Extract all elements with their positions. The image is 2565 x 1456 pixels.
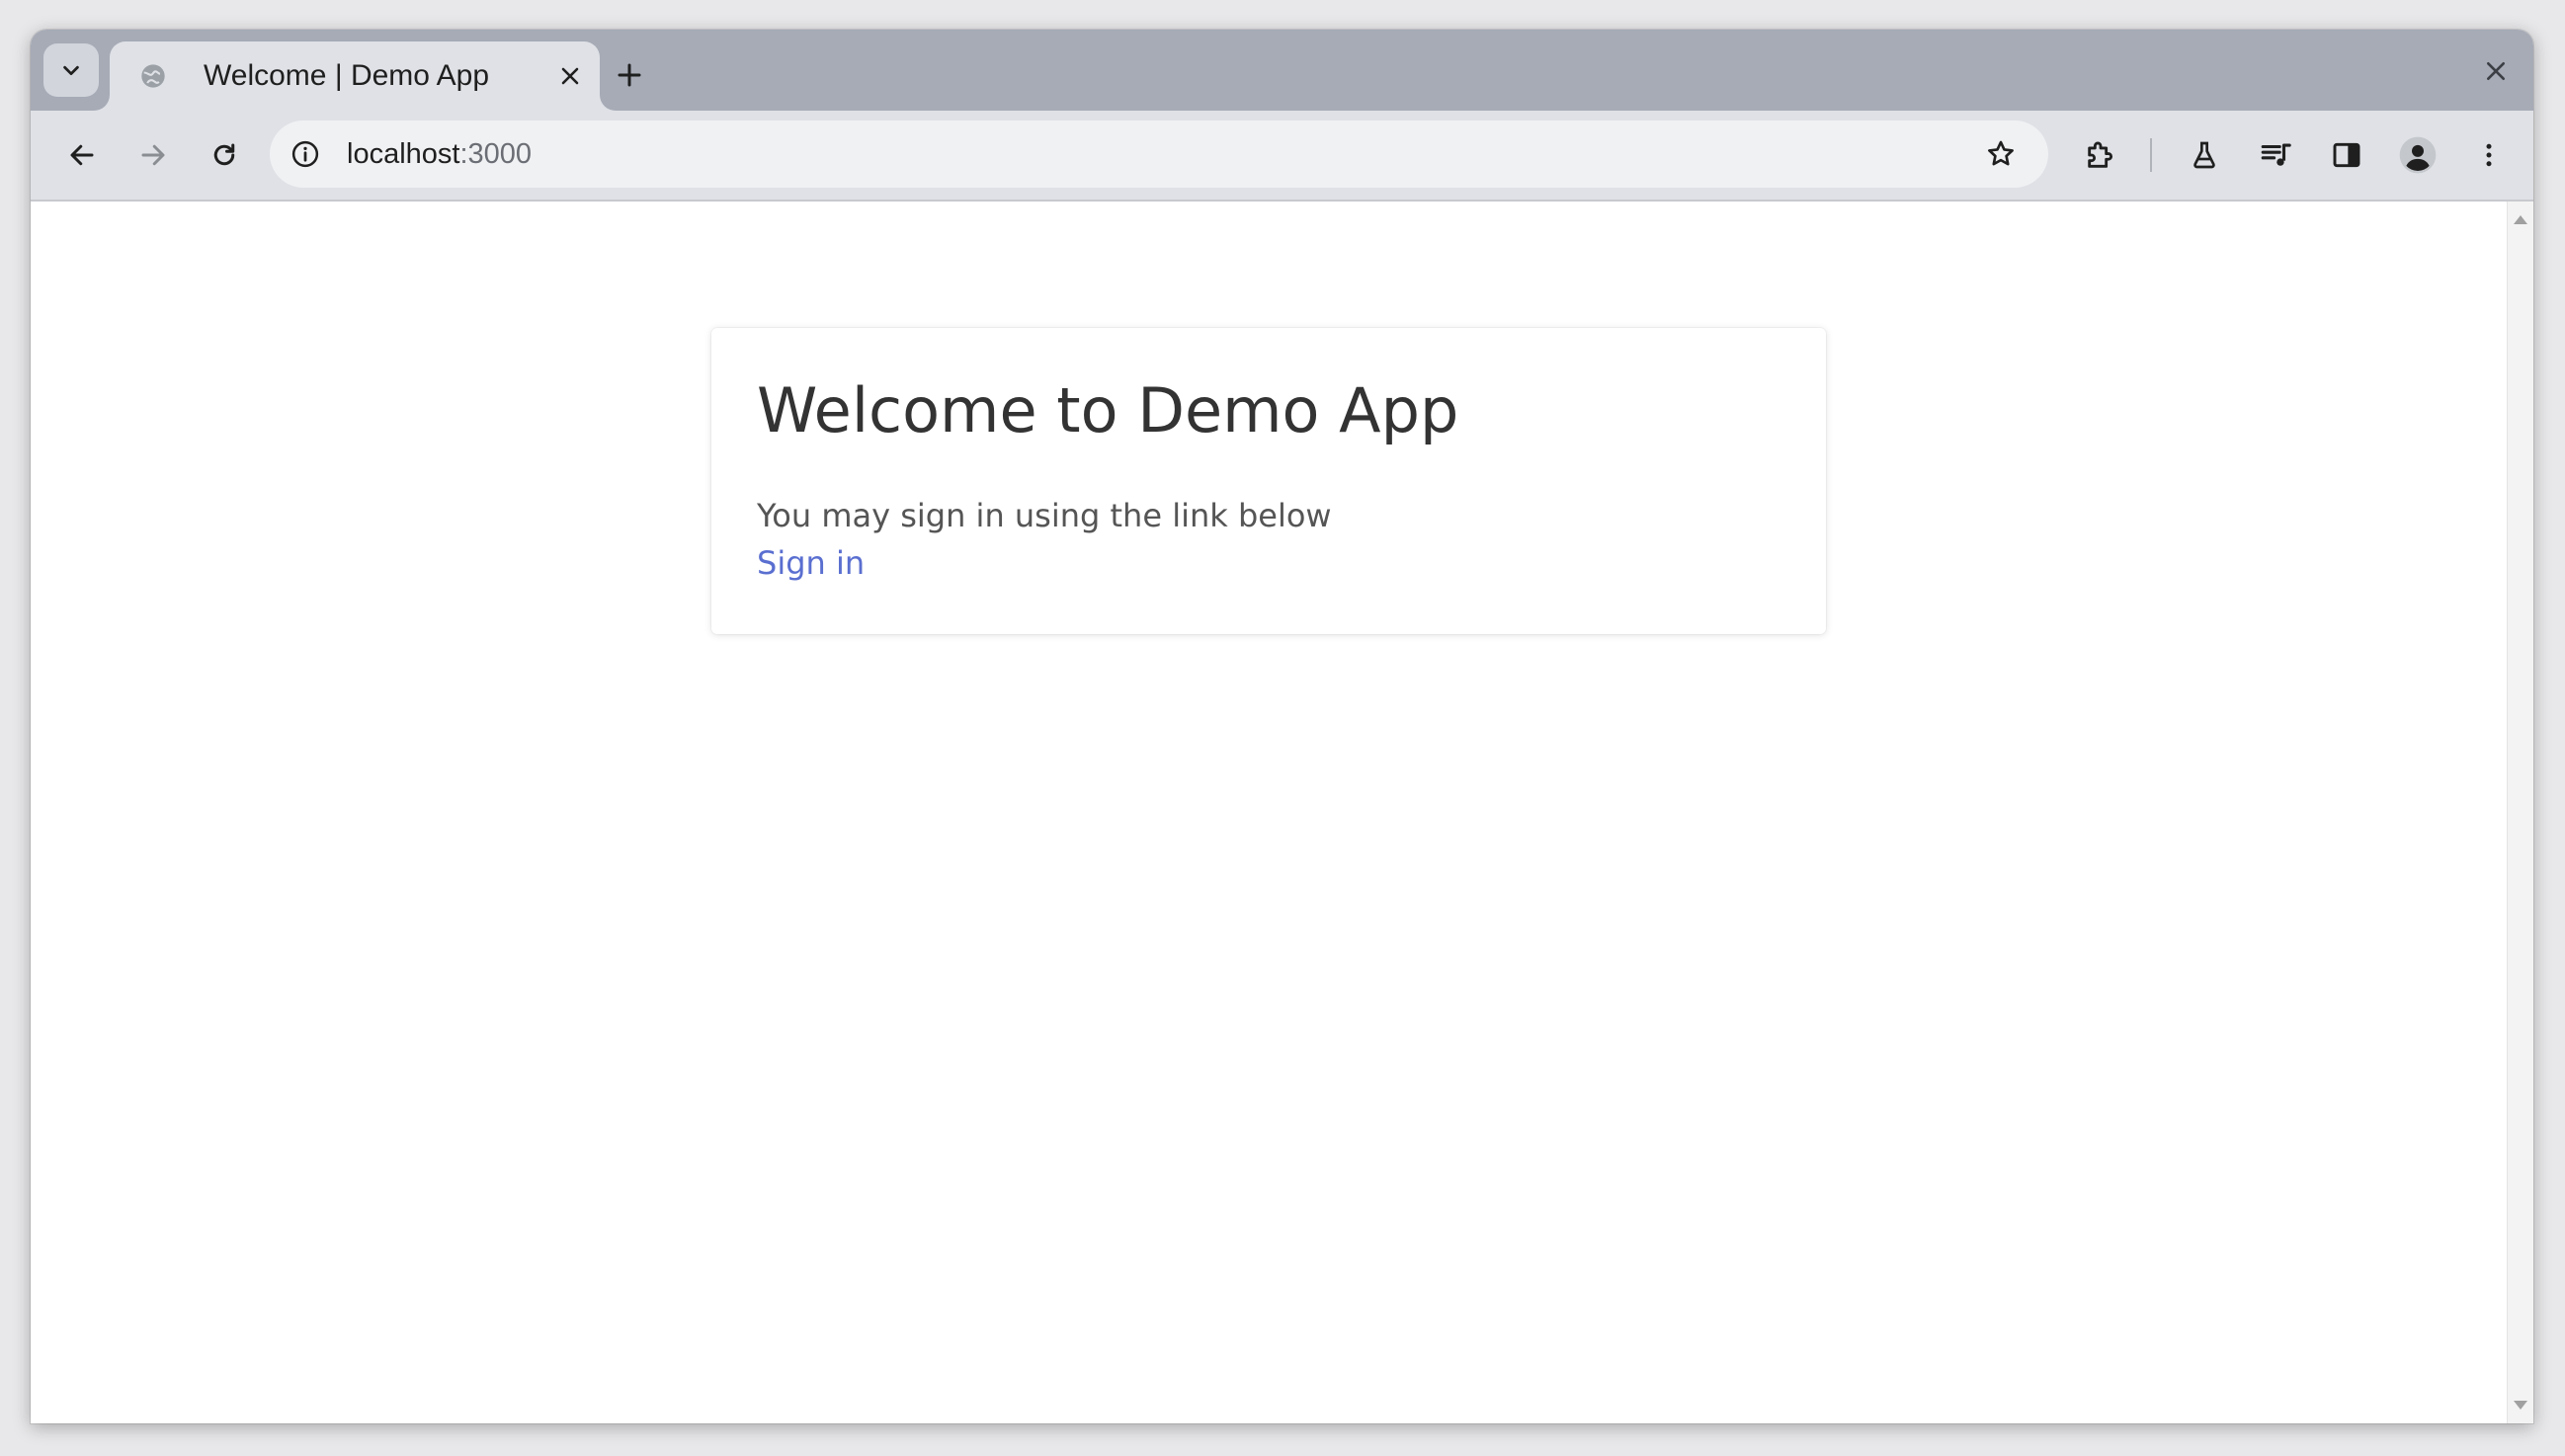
sign-in-link[interactable]: Sign in bbox=[757, 541, 865, 585]
address-bar[interactable]: localhost:3000 bbox=[270, 121, 2048, 188]
extensions-button[interactable] bbox=[2077, 131, 2124, 179]
reload-icon bbox=[209, 140, 239, 170]
puzzle-icon bbox=[2084, 138, 2117, 172]
vertical-scrollbar[interactable] bbox=[2507, 202, 2533, 1423]
bookmark-button[interactable] bbox=[1977, 130, 2025, 178]
side-panel-button[interactable] bbox=[2323, 131, 2370, 179]
forward-button[interactable] bbox=[129, 131, 177, 179]
side-panel-icon bbox=[2331, 139, 2362, 171]
globe-icon bbox=[139, 62, 167, 90]
reload-button[interactable] bbox=[201, 131, 248, 179]
close-icon bbox=[560, 66, 580, 86]
back-button[interactable] bbox=[58, 131, 106, 179]
labs-button[interactable] bbox=[2181, 131, 2228, 179]
sign-in-message: You may sign in using the link below bbox=[757, 497, 1332, 534]
site-info-button[interactable] bbox=[282, 130, 329, 178]
address-url[interactable]: localhost:3000 bbox=[347, 121, 532, 188]
chevron-down-icon bbox=[60, 59, 82, 81]
info-icon bbox=[290, 139, 320, 169]
plus-icon bbox=[617, 62, 642, 88]
browser-menu-button[interactable] bbox=[2465, 131, 2513, 179]
window-close-button[interactable] bbox=[2476, 51, 2516, 91]
scroll-down-arrow-icon[interactable] bbox=[2514, 1401, 2527, 1410]
profile-icon bbox=[2398, 135, 2438, 175]
new-tab-button[interactable] bbox=[606, 51, 653, 99]
close-icon bbox=[2485, 60, 2507, 82]
url-host: localhost bbox=[347, 138, 460, 170]
tab-strip: Welcome | Demo App bbox=[31, 30, 2533, 111]
arrow-left-icon bbox=[67, 140, 97, 170]
playlist-icon bbox=[2259, 138, 2292, 172]
browser-window: Welcome | Demo App localhost:3000 Welcom… bbox=[31, 30, 2533, 1423]
browser-toolbar: localhost:3000 bbox=[31, 111, 2533, 202]
media-controls-button[interactable] bbox=[2252, 131, 2299, 179]
page-title: Welcome to Demo App bbox=[757, 374, 1459, 446]
tab-search-button[interactable] bbox=[43, 43, 99, 97]
arrow-right-icon bbox=[138, 140, 168, 170]
toolbar-divider bbox=[2150, 138, 2152, 172]
url-port: :3000 bbox=[459, 138, 533, 170]
scroll-up-arrow-icon[interactable] bbox=[2514, 215, 2527, 224]
kebab-menu-icon bbox=[2474, 140, 2504, 170]
welcome-card: Welcome to Demo App You may sign in usin… bbox=[711, 328, 1826, 634]
tab-close-button[interactable] bbox=[554, 60, 586, 92]
profile-button[interactable] bbox=[2394, 131, 2441, 179]
flask-icon bbox=[2189, 139, 2220, 171]
star-icon bbox=[1985, 138, 2017, 170]
tab-welcome[interactable]: Welcome | Demo App bbox=[110, 41, 600, 111]
page-viewport: Welcome to Demo App You may sign in usin… bbox=[31, 202, 2508, 1423]
tab-title: Welcome | Demo App bbox=[204, 59, 490, 92]
